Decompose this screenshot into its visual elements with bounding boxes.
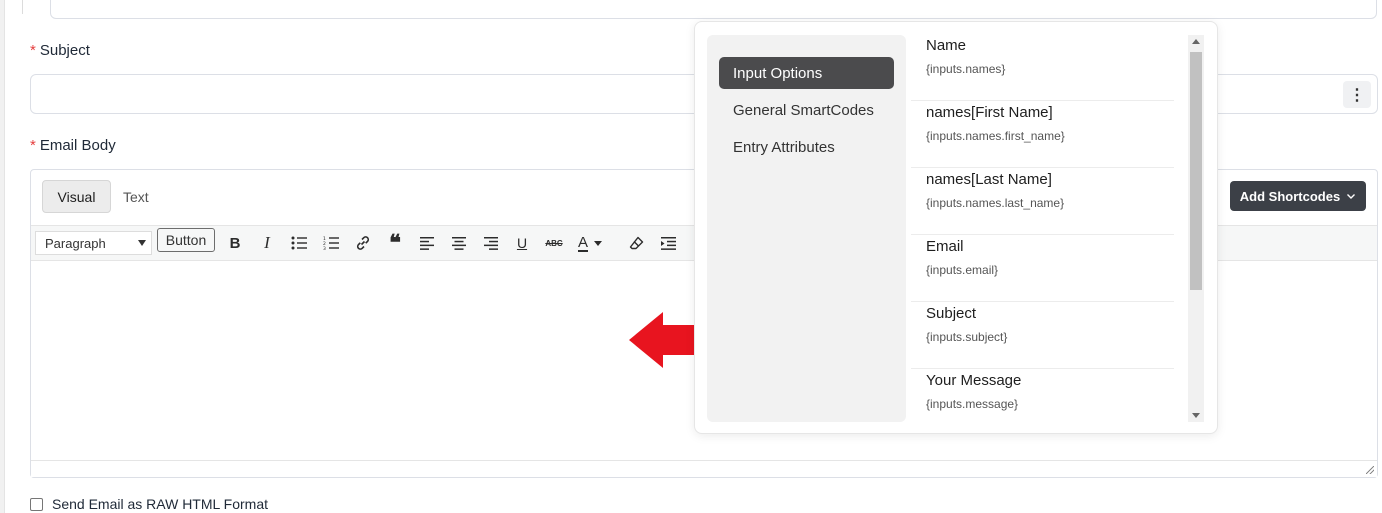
editor-tabs: Visual Text xyxy=(42,180,161,213)
shortcode-title: Subject xyxy=(926,305,977,322)
paragraph-select-value: Paragraph xyxy=(45,235,106,251)
more-options-button[interactable]: ⋮ xyxy=(1343,81,1371,108)
shortcode-item[interactable]: Email {inputs.email} xyxy=(911,235,1174,302)
raw-html-checkbox-row[interactable]: Send Email as RAW HTML Format xyxy=(30,496,268,512)
subject-label-text: Subject xyxy=(39,42,90,59)
vertical-dots-icon: ⋮ xyxy=(1349,86,1365,104)
caret-down-icon xyxy=(138,240,146,246)
tab-visual[interactable]: Visual xyxy=(42,180,111,213)
nav-general-smartcodes[interactable]: General SmartCodes xyxy=(719,94,894,126)
align-right-icon[interactable] xyxy=(480,232,502,254)
shortcode-code: {inputs.names} xyxy=(926,62,1006,76)
required-marker: * xyxy=(30,42,36,59)
paragraph-select[interactable]: Paragraph xyxy=(35,231,152,255)
caret-down-icon xyxy=(594,240,603,246)
bold-icon[interactable]: B xyxy=(224,232,246,254)
indent-icon[interactable] xyxy=(657,232,679,254)
email-body-label: * Email Body xyxy=(30,137,116,154)
shortcode-item[interactable]: names[Last Name] {inputs.names.last_name… xyxy=(911,168,1174,235)
shortcodes-list: Name {inputs.names} names[First Name] {i… xyxy=(911,34,1188,422)
resize-grip-icon[interactable] xyxy=(1366,466,1374,474)
shortcode-item[interactable]: Your Message {inputs.message} xyxy=(911,369,1174,422)
shortcode-title: Name xyxy=(926,37,967,54)
underline-icon[interactable]: U xyxy=(511,232,533,254)
page-left-edge xyxy=(0,0,5,513)
shortcodes-scrollbar[interactable] xyxy=(1188,35,1204,422)
subject-label: * Subject xyxy=(30,42,90,59)
shortcode-code: {inputs.email} xyxy=(926,263,999,277)
insert-button-button[interactable]: Button xyxy=(157,228,215,252)
chevron-down-icon xyxy=(1347,194,1356,199)
shortcode-title: names[First Name] xyxy=(926,104,1053,121)
shortcode-code: {inputs.names.first_name} xyxy=(926,129,1065,143)
strikethrough-icon[interactable]: ABC xyxy=(543,232,565,254)
required-marker: * xyxy=(30,137,36,154)
scrollbar-thumb[interactable] xyxy=(1190,52,1202,290)
shortcode-title: names[Last Name] xyxy=(926,171,1052,188)
italic-icon[interactable]: I xyxy=(256,232,278,254)
shortcode-title: Your Message xyxy=(926,372,1022,389)
shortcodes-nav: Input Options General SmartCodes Entry A… xyxy=(707,35,906,422)
shortcode-item[interactable]: Name {inputs.names} xyxy=(911,34,1174,101)
numbered-list-icon[interactable]: 123 xyxy=(320,232,342,254)
scroll-up-arrow-icon[interactable] xyxy=(1192,39,1200,44)
shortcode-code: {inputs.subject} xyxy=(926,330,1008,344)
shortcode-code: {inputs.message} xyxy=(926,397,1019,411)
raw-html-checkbox[interactable] xyxy=(30,497,43,511)
shortcode-title: Email xyxy=(926,238,964,255)
top-divider xyxy=(22,0,23,14)
shortcodes-popover: Input Options General SmartCodes Entry A… xyxy=(694,21,1218,434)
shortcode-code: {inputs.names.last_name} xyxy=(926,196,1065,210)
shortcode-item[interactable]: names[First Name] {inputs.names.first_na… xyxy=(911,101,1174,168)
raw-html-label: Send Email as RAW HTML Format xyxy=(52,496,269,512)
shortcode-item[interactable]: Subject {inputs.subject} xyxy=(911,302,1174,369)
red-arrow-left-icon xyxy=(629,312,704,368)
align-center-icon[interactable] xyxy=(448,232,470,254)
tab-text[interactable]: Text xyxy=(111,180,161,213)
editor-resize-bar xyxy=(31,460,1377,477)
email-body-label-text: Email Body xyxy=(39,137,116,154)
nav-entry-attributes[interactable]: Entry Attributes xyxy=(719,131,894,163)
text-color-icon[interactable]: A xyxy=(575,232,615,254)
link-icon[interactable] xyxy=(352,232,374,254)
align-left-icon[interactable] xyxy=(416,232,438,254)
scroll-down-arrow-icon[interactable] xyxy=(1192,413,1200,418)
add-shortcodes-label: Add Shortcodes xyxy=(1239,188,1341,204)
svg-text:3: 3 xyxy=(323,246,326,250)
previous-field-input[interactable] xyxy=(50,0,1377,19)
bullet-list-icon[interactable] xyxy=(288,232,310,254)
nav-input-options[interactable]: Input Options xyxy=(719,57,894,89)
clear-formatting-icon[interactable] xyxy=(625,232,647,254)
add-shortcodes-button[interactable]: Add Shortcodes xyxy=(1230,181,1366,211)
blockquote-icon[interactable]: ❝ xyxy=(384,230,406,256)
